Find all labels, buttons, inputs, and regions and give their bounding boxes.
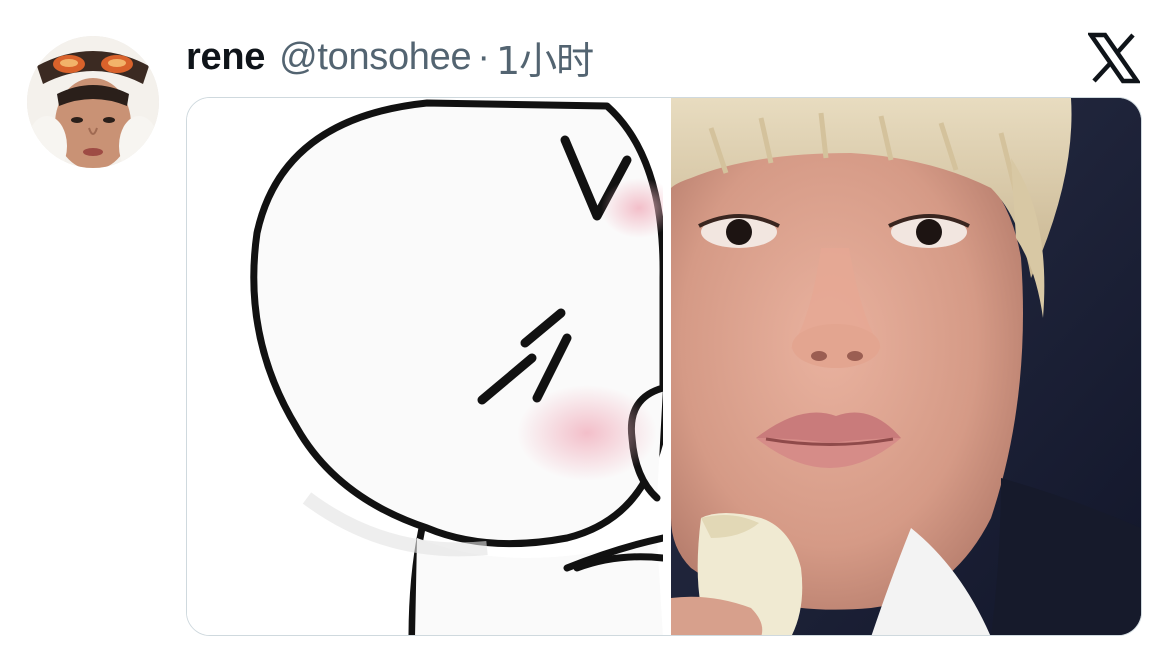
media-item-cartoon[interactable] (187, 98, 663, 635)
media-divider (663, 98, 671, 635)
separator-dot: · (477, 35, 490, 78)
avatar-image (27, 36, 159, 168)
tweet-card: rene @tonsohee · 1小时 (0, 0, 1169, 658)
x-logo-icon[interactable] (1086, 32, 1142, 84)
cartoon-image (187, 98, 663, 635)
user-handle[interactable]: @tonsohee (279, 36, 472, 79)
timestamp[interactable]: 1小时 (496, 30, 594, 85)
display-name[interactable]: rene (186, 36, 265, 79)
media-item-photo[interactable] (671, 98, 1141, 635)
avatar[interactable] (27, 36, 159, 168)
media-grid (186, 97, 1142, 636)
tweet-header: rene @tonsohee · 1小时 (186, 30, 594, 85)
selfie-image (671, 98, 1141, 635)
